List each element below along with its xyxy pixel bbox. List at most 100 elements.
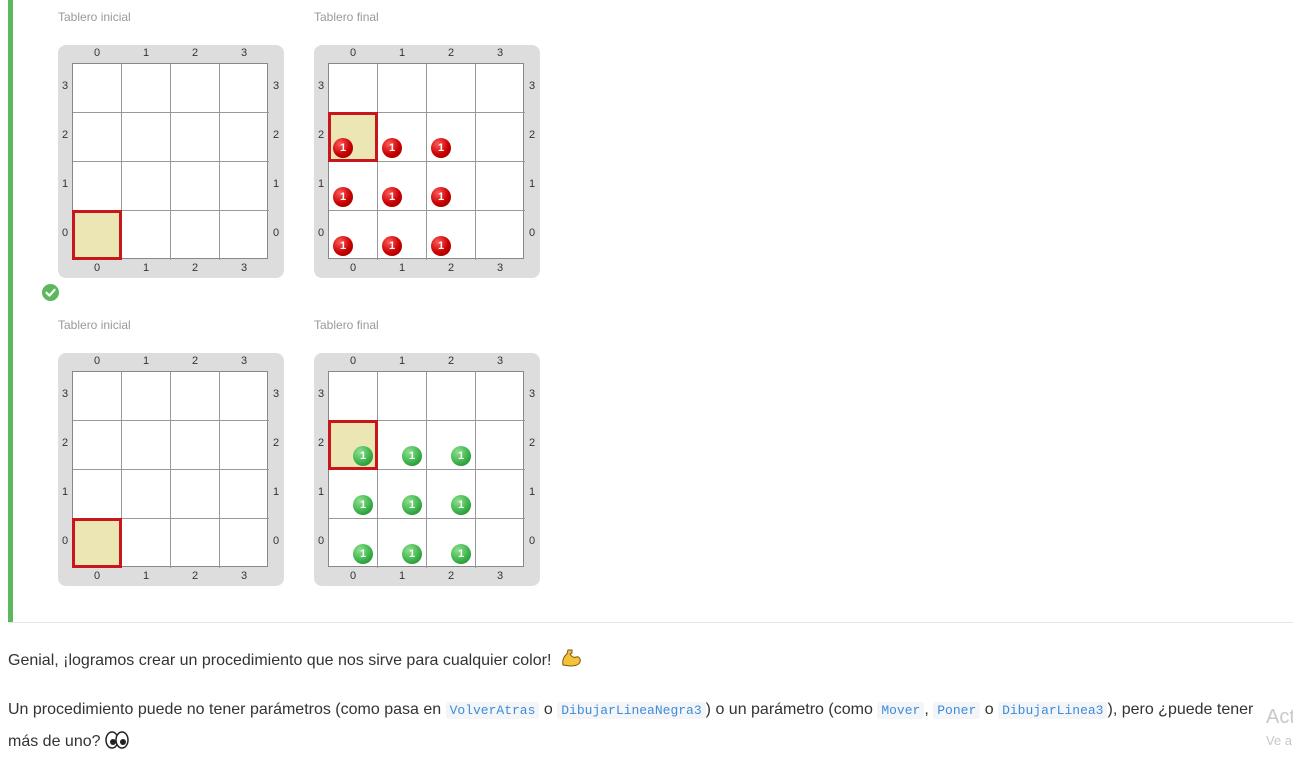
board-cell (73, 470, 122, 519)
board-cell (220, 519, 269, 568)
red-ball-icon: 1 (382, 138, 402, 158)
red-ball-icon: 1 (431, 187, 451, 207)
code-dibujarlineanegra3: DibujarLineaNegra3 (557, 702, 706, 719)
row-coordinate-right: 1 (528, 178, 536, 190)
row-coordinate-left: 1 (61, 486, 69, 498)
row-coordinate-right: 0 (272, 535, 280, 547)
red-ball-icon: 1 (333, 187, 353, 207)
board-cell (427, 470, 476, 519)
column-coordinate-top: 3 (240, 47, 248, 59)
green-ball-icon: 1 (402, 495, 422, 515)
column-coordinate-top: 0 (349, 355, 357, 367)
paragraph-2-text-b: o (543, 701, 553, 718)
board-cell (171, 64, 220, 113)
board-cell (73, 162, 122, 211)
board-cell (329, 519, 378, 568)
code-poner: Poner (933, 702, 981, 719)
initial-board: 0 0 1 1 2 2 3 3 0 0 1 1 2 2 3 3 (58, 45, 284, 278)
board-cell (171, 372, 220, 421)
column-coordinate-bottom: 1 (398, 570, 406, 582)
board-grid (72, 63, 269, 260)
green-ball-icon: 1 (353, 544, 373, 564)
green-ball-icon: 1 (402, 446, 422, 466)
board-cell (329, 64, 378, 113)
red-ball-icon: 1 (382, 187, 402, 207)
board-cell (220, 421, 269, 470)
board-cell (220, 64, 269, 113)
red-ball-icon: 1 (382, 236, 402, 256)
board-cell (220, 162, 269, 211)
row-coordinate-left: 2 (317, 129, 325, 141)
board-cell (476, 519, 525, 568)
column-coordinate-top: 2 (447, 355, 455, 367)
column-coordinate-bottom: 0 (349, 570, 357, 582)
row-coordinate-right: 2 (272, 129, 280, 141)
board-cell (122, 372, 171, 421)
column-coordinate-top: 2 (191, 355, 199, 367)
row-coordinate-right: 0 (528, 227, 536, 239)
board-cell (122, 211, 171, 260)
board-cell (73, 421, 122, 470)
paragraph-2-line-2: más de uno? (8, 733, 101, 750)
red-ball-icon: 1 (333, 236, 353, 256)
column-coordinate-top: 3 (496, 355, 504, 367)
board-cell (171, 470, 220, 519)
column-coordinate-bottom: 0 (93, 262, 101, 274)
board-cell (171, 113, 220, 162)
board-cell (378, 519, 427, 568)
green-ball-icon: 1 (402, 544, 422, 564)
board-cursor (72, 210, 122, 260)
eyes-emoji-icon (105, 729, 129, 760)
column-coordinate-bottom: 1 (142, 570, 150, 582)
column-coordinate-bottom: 1 (398, 262, 406, 274)
row-coordinate-left: 3 (61, 388, 69, 400)
board-cell (476, 421, 525, 470)
column-coordinate-bottom: 3 (496, 262, 504, 274)
red-ball-icon: 1 (431, 138, 451, 158)
row-coordinate-right: 3 (272, 80, 280, 92)
column-coordinate-top: 0 (93, 47, 101, 59)
green-ball-icon: 1 (353, 495, 373, 515)
paragraph-1: Genial, ¡logramos crear un procedimiento… (8, 648, 582, 673)
row-coordinate-right: 2 (528, 129, 536, 141)
board-cell (220, 372, 269, 421)
board-cell (73, 64, 122, 113)
column-coordinate-top: 3 (240, 355, 248, 367)
row-coordinate-right: 2 (272, 437, 280, 449)
row-coordinate-left: 1 (317, 178, 325, 190)
row-coordinate-right: 3 (528, 388, 536, 400)
column-coordinate-top: 1 (142, 355, 150, 367)
row-coordinate-left: 2 (61, 437, 69, 449)
column-coordinate-bottom: 3 (240, 262, 248, 274)
column-coordinate-bottom: 2 (191, 262, 199, 274)
paragraph-2-text-e: o (984, 701, 994, 718)
paragraph-2-text-f: ), pero ¿puede tener (1107, 701, 1254, 718)
row-coordinate-right: 1 (272, 486, 280, 498)
column-coordinate-bottom: 3 (240, 570, 248, 582)
board-cell (122, 519, 171, 568)
watermark-line-1: Act (1266, 706, 1293, 728)
board-cell (73, 372, 122, 421)
divider (8, 622, 1293, 623)
row-coordinate-left: 3 (317, 388, 325, 400)
board-cell (122, 470, 171, 519)
board-cell (476, 113, 525, 162)
board-cell (427, 519, 476, 568)
row-coordinate-right: 0 (528, 535, 536, 547)
initial-board: 0 0 1 1 2 2 3 3 0 0 1 1 2 2 3 3 (58, 353, 284, 586)
board-cell (329, 470, 378, 519)
row-coordinate-left: 2 (317, 437, 325, 449)
final-board-label: Tablero final (314, 10, 379, 24)
flexed-biceps-emoji-icon (560, 648, 582, 673)
check-circle-icon (42, 284, 59, 301)
row-coordinate-left: 3 (61, 80, 69, 92)
column-coordinate-top: 1 (398, 47, 406, 59)
board-cell (171, 421, 220, 470)
column-coordinate-bottom: 3 (496, 570, 504, 582)
board-cursor (72, 518, 122, 568)
column-coordinate-top: 1 (142, 47, 150, 59)
final-board-label: Tablero final (314, 318, 379, 332)
initial-board-label: Tablero inicial (58, 318, 131, 332)
row-coordinate-left: 0 (61, 227, 69, 239)
row-coordinate-right: 3 (528, 80, 536, 92)
